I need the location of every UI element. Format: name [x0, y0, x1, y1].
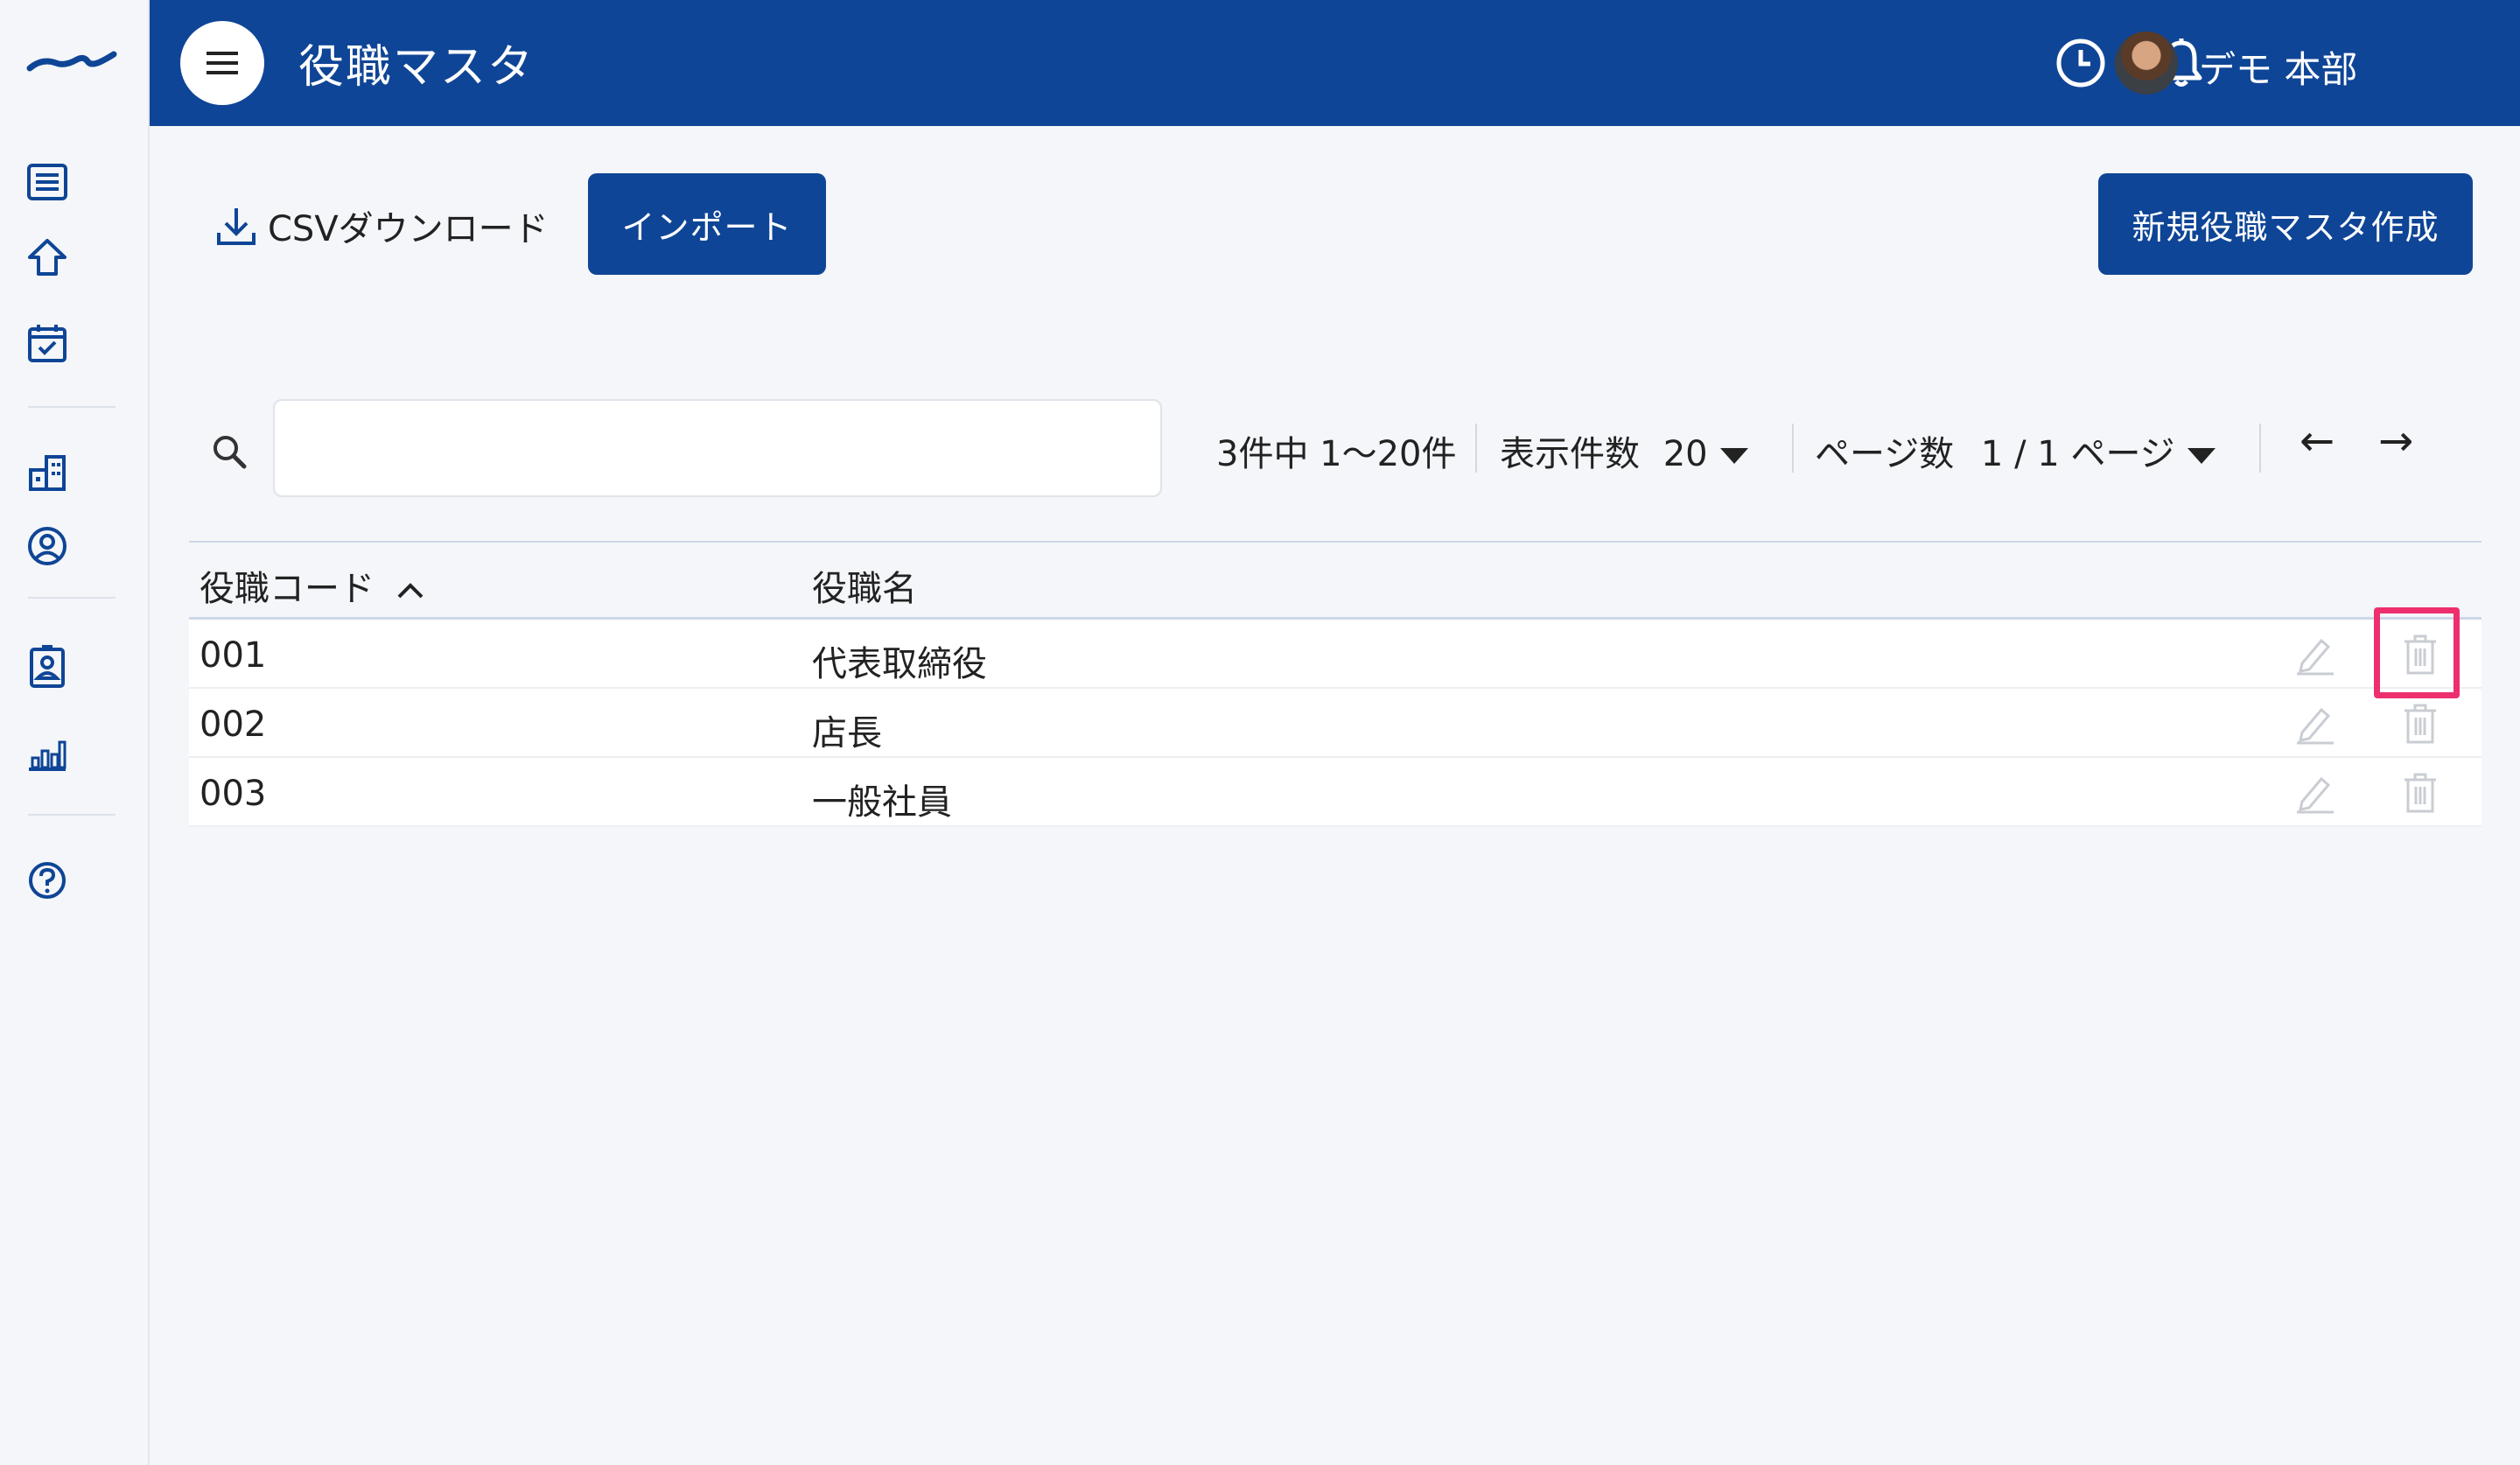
caret-down-icon [1719, 448, 1748, 464]
help-icon [29, 862, 66, 899]
trash-icon [2404, 773, 2436, 813]
calendar-check-icon [28, 325, 66, 362]
app-header: 役職マスタ デモ 本部 [150, 0, 2520, 126]
import-button[interactable]: インポート [588, 173, 826, 275]
avatar[interactable] [2115, 32, 2178, 95]
positions-table: 役職コード 役職名 001 代表取締役 002 店長 003 一般社員 [189, 541, 2482, 827]
next-page-button[interactable]: → [2378, 417, 2413, 466]
trash-icon [2404, 634, 2436, 675]
search-input[interactable] [273, 399, 1162, 497]
clock-icon [2056, 39, 2105, 88]
table-row: 003 一般社員 [189, 758, 2482, 827]
delete-button[interactable] [2399, 772, 2441, 814]
per-page-value: 20 [1662, 434, 1708, 474]
building-icon [29, 455, 66, 491]
sidebar-item-report[interactable] [24, 732, 70, 777]
home-icon [28, 239, 66, 276]
sidebar [0, 0, 150, 1465]
cell-name: 代表取締役 [812, 644, 987, 684]
sidebar-item-help[interactable] [24, 858, 70, 903]
download-icon [217, 208, 256, 245]
menu-button[interactable] [180, 21, 264, 105]
sidebar-item-organization[interactable] [24, 450, 70, 495]
logo-icon [26, 51, 117, 72]
edit-button[interactable] [2294, 772, 2336, 814]
page-value: 1 / 1 ページ [1980, 434, 2175, 474]
pencil-icon [2297, 638, 2334, 676]
sidebar-item-staff[interactable] [24, 644, 70, 690]
sidebar-item-account[interactable] [24, 523, 70, 569]
bar-chart-icon [29, 740, 66, 771]
prev-page-button[interactable]: ← [2300, 417, 2334, 466]
trash-icon [2404, 704, 2436, 744]
table-row: 001 代表取締役 [189, 620, 2482, 689]
user-name[interactable]: デモ 本部 [2199, 40, 2357, 94]
search-icon [214, 436, 247, 469]
cell-name: 一般社員 [812, 782, 952, 823]
create-position-button[interactable]: 新規役職マスタ作成 [2098, 173, 2473, 275]
sort-asc-icon [397, 583, 424, 599]
page-title: 役職マスタ [298, 41, 536, 94]
table-header: 役職コード 役職名 [189, 541, 2482, 620]
history-button[interactable] [2053, 35, 2109, 91]
cell-code: 001 [200, 635, 267, 676]
per-page-label: 表示件数 [1500, 434, 1640, 474]
sidebar-item-home[interactable] [24, 235, 70, 280]
page-selector[interactable]: ページ数 1 / 1 ページ [1815, 425, 2216, 476]
column-header-name: 役職名 [812, 569, 917, 609]
result-summary: 3件中 1〜20件 [1216, 434, 1457, 474]
pencil-icon [2297, 776, 2334, 814]
user-circle-icon [28, 527, 66, 565]
list-icon [27, 164, 67, 200]
cell-code: 003 [200, 774, 267, 814]
csv-download-link[interactable]: CSVダウンロード [215, 198, 549, 254]
page-label: ページ数 [1815, 434, 1955, 474]
id-card-icon [30, 645, 65, 688]
sidebar-item-schedule[interactable] [24, 320, 70, 366]
column-header-code[interactable]: 役職コード [200, 560, 424, 611]
pencil-icon [2297, 707, 2334, 745]
edit-button[interactable] [2294, 703, 2336, 745]
hamburger-icon [206, 52, 238, 74]
caret-down-icon [2187, 448, 2216, 464]
delete-button[interactable] [2399, 703, 2441, 745]
delete-button[interactable] [2399, 634, 2441, 676]
cell-code: 002 [200, 704, 267, 745]
cell-name: 店長 [812, 713, 882, 754]
table-row: 002 店長 [189, 689, 2482, 758]
per-page-selector[interactable]: 表示件数 20 [1500, 425, 1748, 476]
edit-button[interactable] [2294, 634, 2336, 676]
sidebar-item-list[interactable] [24, 159, 70, 205]
csv-download-label: CSVダウンロード [268, 209, 549, 249]
